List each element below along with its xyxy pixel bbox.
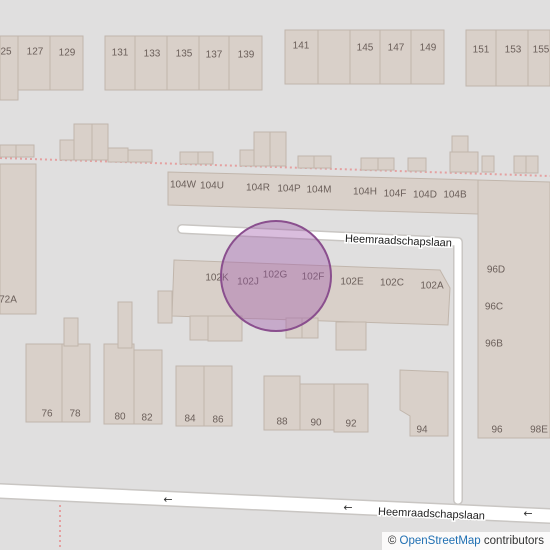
house-number-label: 84 — [184, 414, 196, 425]
house-number-label: 141 — [293, 41, 310, 52]
building — [313, 155, 332, 169]
house-number-label: 129 — [59, 48, 76, 59]
building — [179, 151, 199, 165]
building — [407, 157, 427, 172]
building — [513, 155, 527, 174]
house-number-label: 98E — [530, 425, 548, 436]
oneway-arrow: ← — [163, 493, 172, 506]
house-number-label: 96 — [491, 425, 503, 436]
attribution-suffix: contributors — [483, 535, 544, 547]
house-number-label: 133 — [144, 49, 161, 60]
oneway-arrow: ← — [343, 501, 352, 514]
building — [63, 317, 79, 347]
building — [189, 315, 209, 341]
house-number-label: 104R — [246, 183, 270, 194]
house-number-label: 145 — [357, 43, 374, 54]
house-number-label: 104D — [413, 190, 437, 201]
building — [157, 290, 173, 324]
location-marker[interactable] — [220, 220, 332, 332]
house-number-label: 80 — [114, 412, 126, 423]
house-number-label: 102E — [340, 277, 364, 288]
building — [197, 151, 214, 165]
house-number-label: 90 — [310, 418, 322, 429]
house-number-label: 102A — [420, 281, 444, 292]
house-number-label: 149 — [420, 43, 437, 54]
house-number-label: 88 — [276, 417, 288, 428]
building — [317, 29, 351, 85]
building — [297, 155, 315, 169]
house-number-label: 104M — [306, 185, 331, 196]
building — [377, 157, 395, 171]
building — [481, 155, 495, 173]
house-number-label: 104B — [443, 190, 467, 201]
building — [284, 29, 319, 85]
building — [127, 149, 153, 163]
house-number-label: 72A — [0, 295, 17, 306]
building — [525, 155, 539, 174]
house-number-label: 92 — [345, 419, 357, 430]
house-number-label: 151 — [473, 45, 490, 56]
building — [360, 157, 379, 171]
building — [117, 301, 133, 349]
oneway-arrow: ← — [523, 507, 532, 520]
house-number-label: 104F — [384, 189, 407, 200]
building — [91, 123, 109, 161]
building — [335, 321, 367, 351]
house-number-label: 155 — [533, 45, 550, 56]
house-number-label: 137 — [206, 50, 223, 61]
building — [107, 147, 129, 163]
building — [17, 35, 51, 91]
building — [49, 35, 84, 91]
attribution: © OpenStreetMap contributors — [381, 532, 550, 550]
building — [166, 35, 200, 91]
building — [228, 35, 263, 91]
building — [134, 35, 168, 91]
house-number-label: 139 — [238, 50, 255, 61]
house-number-label: 96B — [485, 339, 503, 350]
building — [349, 29, 381, 85]
house-number-label: 96D — [487, 265, 505, 276]
house-number-label: 102C — [380, 278, 404, 289]
house-number-label: 104W — [170, 180, 197, 191]
building — [253, 131, 271, 167]
house-number-label: 25 — [0, 47, 12, 58]
house-number-label: 94 — [416, 425, 428, 436]
house-number-label: 131 — [112, 48, 129, 59]
building — [449, 151, 479, 173]
building — [0, 144, 17, 158]
house-number-label: 104U — [200, 181, 224, 192]
building — [198, 35, 230, 91]
house-number-label: 78 — [69, 409, 81, 420]
building — [410, 29, 445, 85]
house-number-label: 104P — [277, 184, 301, 195]
building — [269, 131, 287, 167]
house-number-label: 135 — [176, 49, 193, 60]
building — [465, 29, 497, 87]
building — [0, 163, 37, 315]
building — [15, 144, 35, 158]
building — [527, 29, 550, 87]
building — [73, 123, 93, 161]
house-number-label: 127 — [27, 47, 44, 58]
house-number-label: 86 — [212, 415, 224, 426]
house-number-label: 82 — [141, 413, 153, 424]
openstreetmap-link[interactable]: OpenStreetMap — [400, 535, 481, 547]
house-number-label: 104H — [353, 187, 377, 198]
house-number-label: 96C — [485, 302, 503, 313]
building — [379, 29, 412, 85]
building — [207, 315, 243, 342]
house-number-label: 153 — [505, 45, 522, 56]
building — [451, 135, 469, 153]
copyright-symbol: © — [387, 535, 397, 547]
map-canvas: 25 127 129 131 133 135 137 139 141 145 147 149 151 15… — [0, 29, 550, 550]
building — [0, 35, 19, 101]
map-view[interactable]: 25 127 129 131 133 135 137 139 141 145 147 149 151 15… — [0, 0, 550, 550]
street-label-north: Heemraadschapslaan — [345, 233, 452, 250]
house-number-label: 147 — [388, 43, 405, 54]
building — [104, 35, 136, 91]
house-number-label: 76 — [41, 409, 53, 420]
building — [495, 29, 529, 87]
